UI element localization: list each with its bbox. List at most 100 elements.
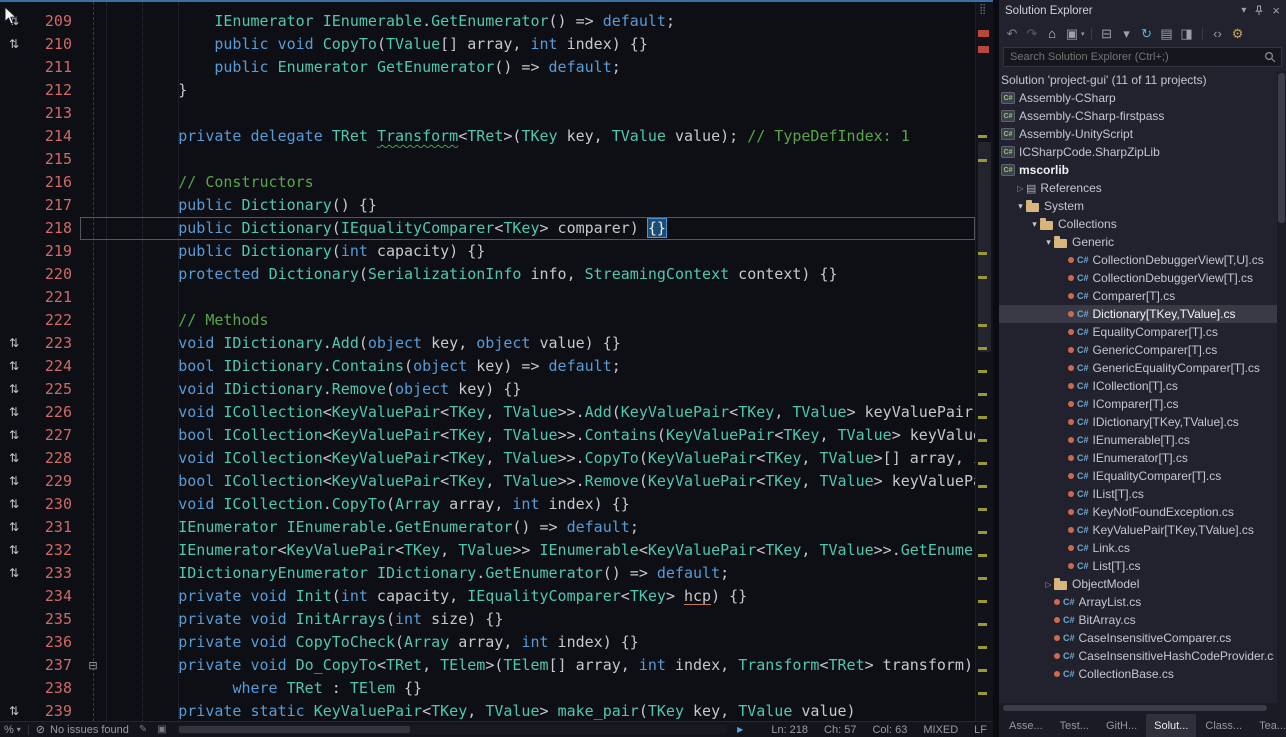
edit-icon[interactable]: ✎ xyxy=(139,724,147,735)
collapse-arrow-icon[interactable]: ▾ xyxy=(1015,201,1026,212)
code-line-238[interactable]: 238 where TRet : TElem {} xyxy=(0,677,975,700)
line-number[interactable]: 210 xyxy=(28,33,80,56)
change-mark[interactable] xyxy=(978,159,987,162)
code-line-233[interactable]: ⇅233 IDictionaryEnumerator IDictionary.G… xyxy=(0,562,975,585)
tree-item-comparer-t-cs[interactable]: C#Comparer[T].cs xyxy=(999,287,1286,305)
tree-item-genericequalitycomparer-t-cs[interactable]: C#GenericEqualityComparer[T].cs xyxy=(999,359,1286,377)
properties-icon[interactable]: ⚙ xyxy=(1229,25,1247,43)
code-line-218[interactable]: 218 public Dictionary(IEqualityComparer<… xyxy=(0,217,975,240)
code-editor[interactable]: ⇅209 IEnumerator IEnumerable.GetEnumerat… xyxy=(0,2,993,721)
tree-item-system[interactable]: ▾System xyxy=(999,197,1286,215)
change-mark[interactable] xyxy=(978,554,987,557)
tree-item-generic[interactable]: ▾Generic xyxy=(999,233,1286,251)
line-number[interactable]: 235 xyxy=(28,608,80,631)
tree-item-keyvaluepair-tkey-tvalue-cs[interactable]: C#KeyValuePair[TKey,TValue].cs xyxy=(999,521,1286,539)
tree-vertical-scrollbar-thumb[interactable] xyxy=(1278,73,1285,223)
horizontal-scrollbar-thumb[interactable] xyxy=(179,726,410,733)
code-line-227[interactable]: ⇅227 bool ICollection<KeyValuePair<TKey,… xyxy=(0,424,975,447)
back-icon[interactable]: ↶ xyxy=(1003,25,1021,43)
code-line-226[interactable]: ⇅226 void ICollection<KeyValuePair<TKey,… xyxy=(0,401,975,424)
code-line-222[interactable]: 222 // Methods xyxy=(0,309,975,332)
line-number[interactable]: 214 xyxy=(28,125,80,148)
window-menu-icon[interactable]: ▾ xyxy=(1241,5,1246,16)
usage-arrows-icon[interactable]: ⇅ xyxy=(0,378,28,401)
preview-icon[interactable]: ◨ xyxy=(1178,25,1196,43)
code-line-235[interactable]: 235 private void InitArrays(int size) {} xyxy=(0,608,975,631)
line-number[interactable]: 222 xyxy=(28,309,80,332)
change-mark[interactable] xyxy=(978,393,987,396)
line-number[interactable]: 217 xyxy=(28,194,80,217)
panel-tab-asse[interactable]: Asse... xyxy=(1001,714,1051,737)
usage-arrows-icon[interactable]: ⇅ xyxy=(0,401,28,424)
code-line-234[interactable]: 234 private void Init(int capacity, IEqu… xyxy=(0,585,975,608)
search-input[interactable] xyxy=(1003,47,1282,67)
tree-horizontal-scrollbar[interactable] xyxy=(999,703,1286,713)
tree-item-genericcomparer-t-cs[interactable]: C#GenericComparer[T].cs xyxy=(999,341,1286,359)
tree-item-collectionbase-cs[interactable]: C#CollectionBase.cs xyxy=(999,665,1286,683)
code-line-231[interactable]: ⇅231 IEnumerator IEnumerable.GetEnumerat… xyxy=(0,516,975,539)
change-mark[interactable] xyxy=(978,439,987,442)
tree-item-dictionary-tkey-tvalue-cs[interactable]: C#Dictionary[TKey,TValue].cs xyxy=(999,305,1286,323)
tree-item-caseinsensitivecomparer-cs[interactable]: C#CaseInsensitiveComparer.cs xyxy=(999,629,1286,647)
code-line-237[interactable]: 237⊟ private void Do_CopyTo<TRet, TElem>… xyxy=(0,654,975,677)
change-mark[interactable] xyxy=(978,508,987,511)
line-number[interactable]: 227 xyxy=(28,424,80,447)
char-indicator[interactable]: Ch: 57 xyxy=(824,724,856,736)
code-line-213[interactable]: 213 xyxy=(0,102,975,125)
line-number[interactable]: 237 xyxy=(28,654,80,677)
code-line-239[interactable]: ⇅239 private static KeyValuePair<TKey, T… xyxy=(0,700,975,721)
code-line-220[interactable]: 220 protected Dictionary(SerializationIn… xyxy=(0,263,975,286)
line-number[interactable]: 215 xyxy=(28,148,80,171)
usage-arrows-icon[interactable]: ⇅ xyxy=(0,447,28,470)
change-mark[interactable] xyxy=(978,135,987,138)
change-mark[interactable] xyxy=(978,416,987,419)
change-mark[interactable] xyxy=(978,485,987,488)
line-number[interactable]: 233 xyxy=(28,562,80,585)
tree-item-keynotfoundexception-cs[interactable]: C#KeyNotFoundException.cs xyxy=(999,503,1286,521)
code-line-219[interactable]: 219 public Dictionary(int capacity) {} xyxy=(0,240,975,263)
filter-caret-icon[interactable]: ▾ xyxy=(1118,25,1136,43)
vertical-scrollbar[interactable]: ⣿ xyxy=(975,2,993,721)
panel-tab-test[interactable]: Test... xyxy=(1052,714,1097,737)
code-line-221[interactable]: 221 xyxy=(0,286,975,309)
eol-indicator[interactable]: LF xyxy=(974,724,987,736)
tree-vertical-scrollbar[interactable] xyxy=(1277,71,1286,703)
switch-views-icon[interactable]: ▣ xyxy=(1063,25,1081,43)
collapse-arrow-icon[interactable]: ▾ xyxy=(1029,219,1040,230)
expand-arrow-icon[interactable]: ▷ xyxy=(1015,184,1026,193)
tree-item-assembly-csharp-firstpass[interactable]: C#Assembly-CSharp-firstpass xyxy=(999,107,1286,125)
line-number[interactable]: 234 xyxy=(28,585,80,608)
home-icon[interactable]: ⌂ xyxy=(1043,25,1061,43)
tree-item-iequalitycomparer-t-cs[interactable]: C#IEqualityComparer[T].cs xyxy=(999,467,1286,485)
change-mark[interactable] xyxy=(978,324,987,327)
panel-tab-tea[interactable]: Tea... xyxy=(1251,714,1286,737)
panel-tab-class[interactable]: Class... xyxy=(1197,714,1250,737)
outline-collapse-box-icon[interactable]: ⊟ xyxy=(80,654,106,677)
tree-item-list-t-cs[interactable]: C#List[T].cs xyxy=(999,557,1286,575)
tree-item-icollection-t-cs[interactable]: C#ICollection[T].cs xyxy=(999,377,1286,395)
line-number[interactable]: 229 xyxy=(28,470,80,493)
usage-arrows-icon[interactable]: ⇅ xyxy=(0,700,28,721)
tree-horizontal-scrollbar-thumb[interactable] xyxy=(1003,705,1267,711)
change-mark[interactable] xyxy=(978,252,987,255)
issues-status[interactable]: ⊘ No issues found xyxy=(36,723,129,736)
change-mark[interactable] xyxy=(978,646,987,649)
switch-views-icon-caret[interactable]: ▾ xyxy=(1081,30,1085,38)
code-line-228[interactable]: ⇅228 void ICollection<KeyValuePair<TKey,… xyxy=(0,447,975,470)
line-number[interactable]: 219 xyxy=(28,240,80,263)
scroll-right-icon[interactable]: ▶ xyxy=(737,725,743,734)
tree-item-caseinsensitivehashcodeprovider-cs[interactable]: C#CaseInsensitiveHashCodeProvider.cs xyxy=(999,647,1286,665)
panel-tab-gith[interactable]: GitH... xyxy=(1098,714,1145,737)
forward-icon[interactable]: ↷ xyxy=(1023,25,1041,43)
usage-arrows-icon[interactable]: ⇅ xyxy=(0,33,28,56)
line-number[interactable]: 228 xyxy=(28,447,80,470)
tree-item-icomparer-t-cs[interactable]: C#IComparer[T].cs xyxy=(999,395,1286,413)
line-number[interactable]: 236 xyxy=(28,631,80,654)
line-number[interactable]: 238 xyxy=(28,677,80,700)
collapse-all-icon[interactable]: ⊟ xyxy=(1098,25,1116,43)
error-mark[interactable] xyxy=(978,30,989,37)
change-mark[interactable] xyxy=(978,462,987,465)
change-mark[interactable] xyxy=(978,577,987,580)
tree-item-ienumerator-t-cs[interactable]: C#IEnumerator[T].cs xyxy=(999,449,1286,467)
code-line-215[interactable]: 215 xyxy=(0,148,975,171)
